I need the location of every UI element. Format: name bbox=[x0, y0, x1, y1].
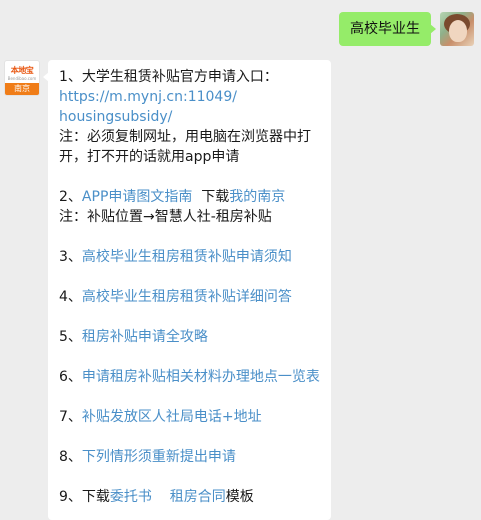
item-8-number: 8、 bbox=[59, 449, 82, 465]
item-2-number: 2、 bbox=[59, 189, 82, 205]
item-9-template-text: 模板 bbox=[225, 489, 254, 505]
item-6-link[interactable]: 申请租房补贴相关材料办理地点一览表 bbox=[82, 369, 320, 385]
item-7-number: 7、 bbox=[59, 409, 82, 425]
item-1-title: 1、大学生租赁补贴官方申请入口： bbox=[59, 69, 278, 85]
item-6-number: 6、 bbox=[59, 369, 82, 385]
item-4-number: 4、 bbox=[59, 289, 82, 305]
outgoing-message-text: 高校毕业生 bbox=[350, 21, 420, 37]
item-9-number: 9、 bbox=[59, 489, 82, 505]
item-5-number: 5、 bbox=[59, 329, 82, 345]
item-7-link[interactable]: 补贴发放区人社局电话+地址 bbox=[82, 409, 262, 425]
user-avatar[interactable] bbox=[440, 12, 474, 46]
item-7-line: 7、补贴发放区人社局电话+地址 bbox=[59, 407, 321, 427]
item-2-line: 2、APP申请图文指南 下载我的南京 bbox=[59, 187, 321, 207]
item-8-line: 8、下列情形须重新提出申请 bbox=[59, 447, 321, 467]
item-3-link[interactable]: 高校毕业生租房租赁补贴申请须知 bbox=[82, 249, 292, 265]
avatar-face bbox=[449, 20, 467, 42]
sender-logo-city: 南京 bbox=[5, 83, 39, 95]
item-5-link[interactable]: 租房补贴申请全攻略 bbox=[82, 329, 208, 345]
item-4-link[interactable]: 高校毕业生租房租赁补贴详细问答 bbox=[82, 289, 292, 305]
subsidy-url-link-line1[interactable]: https://m.mynj.cn:11049/ bbox=[59, 87, 321, 107]
item-1-note-line2: 开，打不开的话就用app申请 bbox=[59, 149, 240, 165]
my-nanjing-link[interactable]: 我的南京 bbox=[229, 189, 285, 205]
item-2-note: 注：补贴位置→智慧人社-租房补贴 bbox=[59, 209, 272, 225]
power-of-attorney-link[interactable]: 委托书 bbox=[110, 489, 152, 505]
download-text: 下载 bbox=[192, 189, 230, 205]
item-3-line: 3、高校毕业生租房租赁补贴申请须知 bbox=[59, 247, 321, 267]
item-1-note-line1: 注：必须复制网址，用电脑在浏览器中打 bbox=[59, 129, 311, 145]
item-6-line: 6、申请租房补贴相关材料办理地点一览表 bbox=[59, 367, 321, 387]
app-guide-link[interactable]: APP申请图文指南 bbox=[82, 189, 192, 205]
sender-logo-subtitle: Bendibao.com bbox=[7, 76, 37, 81]
subsidy-url-link-line2[interactable]: housingsubsidy/ bbox=[59, 107, 321, 127]
item-3-number: 3、 bbox=[59, 249, 82, 265]
sender-avatar[interactable]: 本地宝 Bendibao.com 南京 bbox=[4, 60, 40, 96]
outgoing-message-bubble[interactable]: 高校毕业生 bbox=[339, 12, 436, 46]
item-9-download-text: 下载 bbox=[81, 489, 110, 505]
item-5-line: 5、租房补贴申请全攻略 bbox=[59, 327, 321, 347]
rental-contract-link[interactable]: 租房合同 bbox=[170, 489, 226, 505]
item-8-link[interactable]: 下列情形须重新提出申请 bbox=[82, 449, 236, 465]
item-4-line: 4、高校毕业生租房租赁补贴详细问答 bbox=[59, 287, 321, 307]
item-9-line: 9、下载委托书 租房合同模板 bbox=[59, 487, 321, 507]
incoming-message-bubble: 1、大学生租赁补贴官方申请入口： https://m.mynj.cn:11049… bbox=[43, 60, 331, 520]
item-9-spacer bbox=[152, 489, 170, 505]
sender-logo-title: 本地宝 bbox=[10, 66, 34, 75]
